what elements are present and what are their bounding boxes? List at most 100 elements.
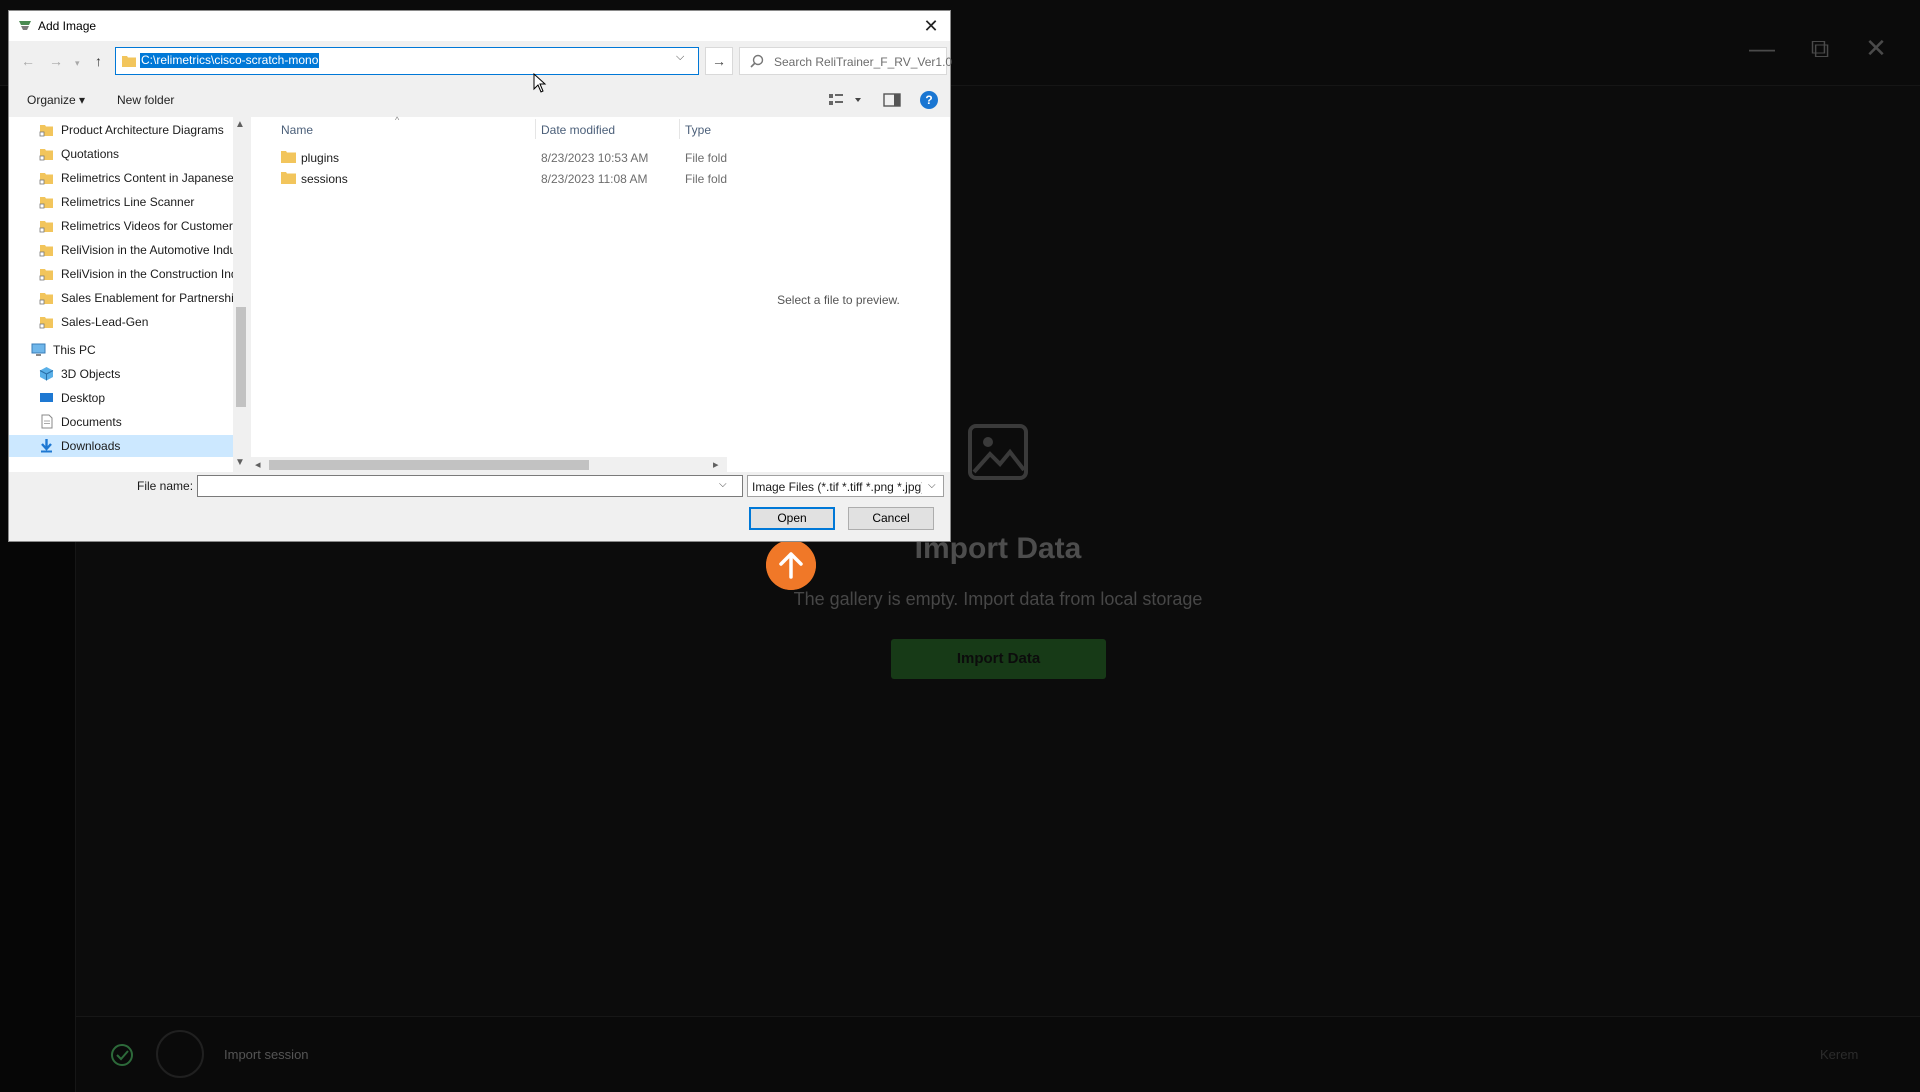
scroll-down-icon[interactable]: ▼ [235,457,245,468]
nav-item[interactable]: Relimetrics Line Scanner [39,191,233,213]
preview-pane: Select a file to preview. [727,117,950,472]
search-placeholder: Search ReliTrainer_F_RV_Ver1.0 [774,55,953,69]
shared-folder-icon [39,218,54,233]
nav-item-label: ReliVision in the Automotive Industry [61,243,233,257]
shared-folder-icon [39,266,54,281]
folder-icon [281,172,296,184]
file-type: File folder [685,172,727,186]
column-divider[interactable] [679,119,680,139]
add-image-dialog: Add Image ✕ ← → ▾ ↑ C:\relimetrics\cisco… [8,10,952,542]
cancel-button[interactable]: Cancel [848,507,934,530]
column-date-modified[interactable]: Date modified [541,123,615,137]
nav-item[interactable]: ReliVision in the Construction Industry [39,263,233,285]
folder-icon [122,56,136,67]
nav-item[interactable]: Relimetrics Videos for Customers [39,215,233,237]
refresh-go-button[interactable]: → [705,47,733,75]
nav-item-label: Documents [61,415,122,429]
nav-item[interactable]: Desktop [39,387,233,409]
nav-item-label: Desktop [61,391,106,405]
dialog-toolbar: Organize ▾ New folder ? [9,83,950,117]
address-text[interactable]: C:\relimetrics\cisco-scratch-mono [140,53,320,68]
nav-item-label: Downloads [61,439,121,453]
desktop-icon [39,390,54,405]
dialog-close-button[interactable]: ✕ [919,15,943,37]
preview-message: Select a file to preview. [777,293,900,307]
nav-item-label: Relimetrics Videos for Customers [61,219,233,233]
nav-item-label: 3D Objects [61,367,121,381]
nav-item[interactable]: ReliVision in the Automotive Industry [39,239,233,261]
import-data-button[interactable]: Import Data [891,639,1106,679]
file-name-label: File name: [137,479,194,493]
progress-ring [156,1030,204,1078]
computer-icon [31,342,46,357]
back-arrow-icon[interactable]: ← [21,53,35,69]
nav-item[interactable]: Relimetrics Content in Japanese [39,167,233,189]
file-name-input[interactable] [197,475,743,497]
shared-folder-icon [39,122,54,137]
nav-item[interactable]: Product Architecture Diagrams [39,119,233,141]
navigation-pane: Product Architecture Diagrams Quotations R… [9,117,248,472]
upload-arrow-button[interactable] [766,540,816,590]
status-text: Import session [224,1047,309,1062]
downloads-icon [39,438,54,453]
nav-item[interactable]: Quotations [39,143,233,165]
column-divider[interactable] [535,119,536,139]
recent-locations-chevron-icon[interactable]: ▾ [75,58,80,69]
shared-folder-icon [39,194,54,209]
scroll-right-icon[interactable]: ▸ [713,458,719,471]
shared-folder-icon [39,290,54,305]
dialog-titlebar: Add Image ✕ [9,11,950,41]
nav-item-label: Quotations [61,147,120,161]
file-date: 8/23/2023 11:08 AM [541,172,648,186]
file-row[interactable]: plugins 8/23/2023 10:53 AM File folder [251,147,727,168]
check-circle-icon [111,1044,133,1066]
nav-item-label: This PC [53,343,96,357]
horizontal-scrollbar[interactable]: ◂ ▸ [251,457,727,472]
file-name: sessions [301,172,348,186]
nav-item[interactable]: Sales-Lead-Gen [39,311,233,333]
nav-item[interactable]: Downloads [9,435,233,457]
column-name[interactable]: Name [281,123,313,137]
shared-folder-icon [39,314,54,329]
view-options-icon[interactable] [827,92,867,108]
minimize-button[interactable]: — [1744,30,1780,66]
forward-arrow-icon[interactable]: → [49,53,63,69]
nav-item-label: Relimetrics Line Scanner [61,195,195,209]
user-name[interactable]: Kerem [1820,1047,1858,1062]
search-icon [750,54,764,68]
organize-menu[interactable]: Organize ▾ [27,93,85,107]
file-type-select[interactable]: Image Files (*.tif *.tiff *.png *.jpg) ⌵ [747,475,944,497]
chevron-down-icon[interactable]: ⌵ [719,479,727,490]
open-button[interactable]: Open [749,507,835,530]
chevron-down-icon[interactable]: ⌵ [928,480,936,491]
nav-item[interactable]: This PC [31,339,233,361]
app-logo-icon [19,21,31,30]
empty-state-subtitle: The gallery is empty. Import data from l… [793,589,1203,609]
sort-up-icon: ^ [395,115,400,125]
3d-objects-icon [39,366,54,381]
scroll-up-icon[interactable]: ▲ [235,119,245,130]
nav-item[interactable]: Sales Enablement for Partnerships [39,287,233,309]
chevron-down-icon[interactable]: ⌵ [676,51,684,64]
nav-item-label: Sales Enablement for Partnerships [61,291,233,305]
scroll-left-icon[interactable]: ◂ [255,458,261,471]
file-row[interactable]: sessions 8/23/2023 11:08 AM File folder [251,168,727,189]
close-app-button[interactable]: ✕ [1858,30,1894,66]
scroll-thumb[interactable] [236,307,246,407]
shared-folder-icon [39,170,54,185]
scroll-thumb[interactable] [269,460,589,470]
nav-item-label: Relimetrics Content in Japanese [61,171,233,185]
help-icon[interactable]: ? [920,91,938,109]
search-input[interactable]: Search ReliTrainer_F_RV_Ver1.0 [739,47,952,75]
new-folder-button[interactable]: New folder [117,93,174,107]
up-arrow-icon[interactable]: ↑ [95,53,102,69]
image-placeholder-icon [968,424,1028,480]
nav-item[interactable]: Documents [39,411,233,433]
restore-button[interactable]: ⧉ [1802,30,1838,66]
column-type[interactable]: Type [685,123,711,137]
address-bar[interactable]: C:\relimetrics\cisco-scratch-mono ⌵ [115,47,699,75]
nav-scrollbar[interactable]: ▲ ▼ [233,117,248,472]
dialog-title: Add Image [38,19,97,33]
preview-pane-icon[interactable] [883,92,901,108]
nav-item[interactable]: 3D Objects [39,363,233,385]
